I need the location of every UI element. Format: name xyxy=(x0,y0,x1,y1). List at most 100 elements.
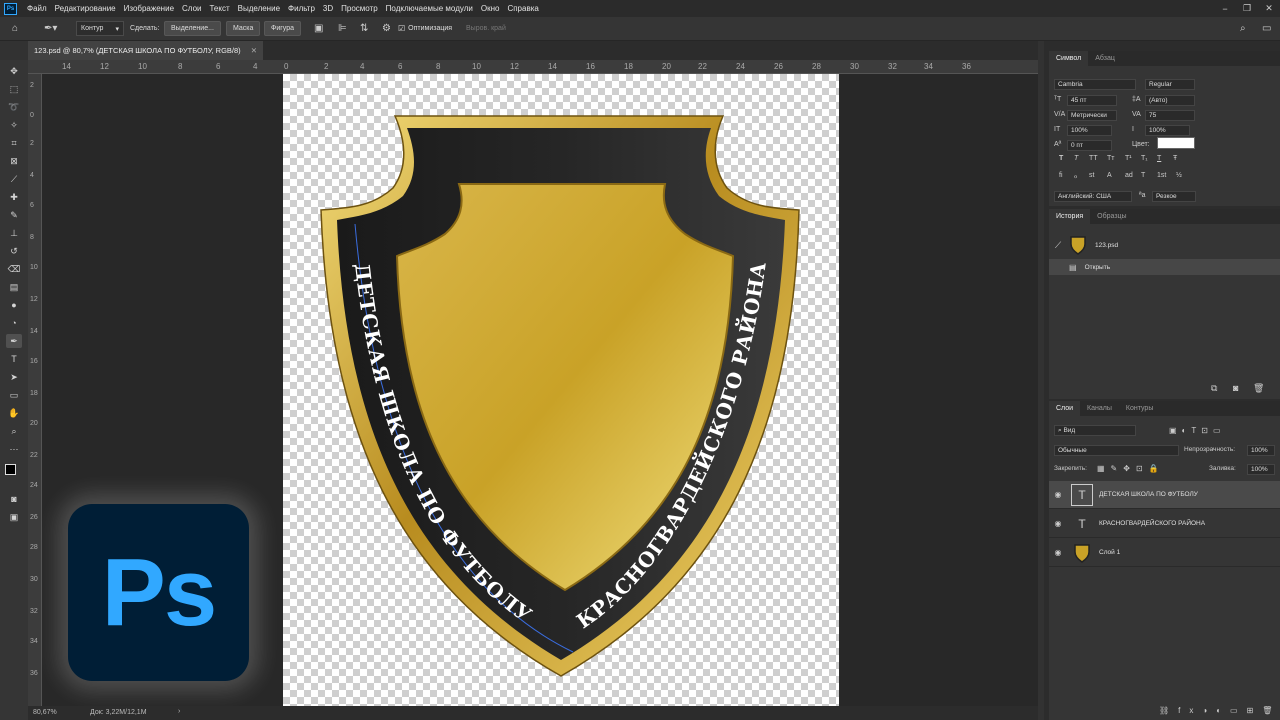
menu-text[interactable]: Текст xyxy=(209,4,229,13)
stylistic-alternates-button[interactable]: A xyxy=(1107,172,1112,179)
layer-row[interactable]: ◉ Слой 1 xyxy=(1049,539,1280,567)
tab-paths[interactable]: Контуры xyxy=(1119,401,1160,416)
layer-filter-select[interactable]: ⌕ Вид xyxy=(1054,425,1136,436)
ordinals-button[interactable]: T xyxy=(1141,172,1145,179)
horizontal-scale-field[interactable]: 100% xyxy=(1145,125,1190,136)
tab-character[interactable]: Символ xyxy=(1049,51,1089,66)
crop-tool-icon[interactable]: ⌗ xyxy=(6,136,22,150)
home-icon[interactable]: ⌂ xyxy=(12,21,18,36)
layer-row[interactable]: ◉ T КРАСНОГВАРДЕЙСКОГО РАЙОНА xyxy=(1049,510,1280,538)
new-document-from-state-icon[interactable]: ⧉ xyxy=(1211,383,1217,394)
more-tools-icon[interactable]: ⋯ xyxy=(6,442,22,456)
path-alignment-icon[interactable]: ⊫ xyxy=(338,21,347,36)
pen-mode-select[interactable]: Контур ▾ xyxy=(76,21,124,36)
menu-select[interactable]: Выделение xyxy=(238,4,280,13)
tab-swatches[interactable]: Образцы xyxy=(1090,209,1133,224)
tracking-field[interactable]: 75 xyxy=(1145,110,1195,121)
close-icon[interactable]: ✕ xyxy=(1258,0,1280,17)
zoom-level[interactable]: 80,67% xyxy=(33,709,57,716)
history-snapshot[interactable]: ⟋ 123.psd xyxy=(1049,231,1280,259)
eyedropper-tool-icon[interactable]: ⟋ xyxy=(6,172,22,186)
tab-paragraph[interactable]: Абзац xyxy=(1088,51,1122,66)
menu-3d[interactable]: 3D xyxy=(323,4,333,13)
pen-tool-icon[interactable]: ✒ xyxy=(6,334,22,348)
kerning-field[interactable]: Метрически xyxy=(1067,110,1117,121)
path-operations-icon[interactable]: ▣ xyxy=(314,21,323,36)
menu-file[interactable]: Файл xyxy=(27,4,47,13)
text-color-swatch[interactable] xyxy=(1157,137,1195,149)
fill-field[interactable]: 100% xyxy=(1247,464,1275,475)
menu-window[interactable]: Окно xyxy=(481,4,500,13)
quick-mask-icon[interactable]: ◙ xyxy=(6,492,22,506)
optimize-checkbox[interactable]: ☑ Оптимизация xyxy=(398,21,452,36)
make-selection-button[interactable]: Выделение... xyxy=(164,21,221,36)
baseline-shift-field[interactable]: 0 пт xyxy=(1067,140,1112,151)
fractions-button[interactable]: ½ xyxy=(1176,172,1182,179)
ligatures-button[interactable]: fi xyxy=(1059,172,1063,179)
foreground-color-swatch[interactable] xyxy=(5,464,16,475)
healing-brush-tool-icon[interactable]: ✚ xyxy=(6,190,22,204)
rectangle-tool-icon[interactable]: ▭ xyxy=(6,388,22,402)
menu-filter[interactable]: Фильтр xyxy=(288,4,315,13)
eye-icon[interactable]: ◉ xyxy=(1049,519,1067,528)
layer-row[interactable]: ◉ T ДЕТСКАЯ ШКОЛА ПО ФУТБОЛУ xyxy=(1049,481,1280,509)
menu-image[interactable]: Изображение xyxy=(124,4,174,13)
document-canvas[interactable]: ДЕТСКАЯ ШКОЛА ПО ФУТБОЛУ КРАСНОГВАРДЕЙСК… xyxy=(283,74,839,706)
blend-mode-select[interactable]: Обычные xyxy=(1054,445,1179,456)
type-tool-icon[interactable]: T xyxy=(6,352,22,366)
menu-view[interactable]: Просмотр xyxy=(341,4,378,13)
search-icon[interactable]: ⌕ xyxy=(1240,21,1246,36)
layer-actions-icons[interactable]: ⛓fx◑◐▭⊞🗑 xyxy=(1159,706,1280,715)
trash-icon[interactable]: 🗑 xyxy=(1253,383,1264,394)
underline-button[interactable]: T xyxy=(1157,155,1161,162)
lock-options-icons[interactable]: ▦✎✥⊡🔒 xyxy=(1097,464,1165,473)
menu-edit[interactable]: Редактирование xyxy=(55,4,116,13)
chevron-right-icon[interactable]: › xyxy=(178,708,180,715)
marquee-tool-icon[interactable]: ⬚ xyxy=(6,82,22,96)
tab-layers[interactable]: Слои xyxy=(1049,401,1081,416)
subscript-button[interactable]: T₁ xyxy=(1141,155,1148,162)
leading-field[interactable]: (Авто) xyxy=(1145,95,1195,106)
lasso-tool-icon[interactable]: ➰ xyxy=(6,100,22,114)
restore-icon[interactable]: ❐ xyxy=(1236,0,1258,17)
superscript-button[interactable]: T¹ xyxy=(1125,155,1132,162)
font-size-field[interactable]: 45 пт xyxy=(1067,95,1117,106)
language-select[interactable]: Английский: США xyxy=(1054,191,1132,202)
make-shape-button[interactable]: Фигура xyxy=(264,21,301,36)
pen-tool-preset-icon[interactable]: ✒▾ xyxy=(44,21,57,36)
camera-icon[interactable]: ◙ xyxy=(1233,383,1238,393)
eraser-tool-icon[interactable]: ⌫ xyxy=(6,262,22,276)
old-style-button[interactable]: ℴ xyxy=(1074,172,1077,180)
gradient-tool-icon[interactable]: ▤ xyxy=(6,280,22,294)
ordinals-st-button[interactable]: 1st xyxy=(1157,172,1166,179)
eye-icon[interactable]: ◉ xyxy=(1049,490,1067,499)
menu-plugins[interactable]: Подключаемые модули xyxy=(386,4,473,13)
faux-italic-button[interactable]: T xyxy=(1074,155,1078,162)
opacity-field[interactable]: 100% xyxy=(1247,445,1275,456)
faux-bold-button[interactable]: T xyxy=(1059,155,1063,162)
strikethrough-button[interactable]: Ŧ xyxy=(1173,155,1177,162)
font-style-select[interactable]: Regular xyxy=(1145,79,1195,90)
font-family-select[interactable]: Cambria xyxy=(1054,79,1136,90)
move-tool-icon[interactable]: ✥ xyxy=(6,64,22,78)
settings-gear-icon[interactable]: ⚙ xyxy=(382,21,391,36)
workspace-icon[interactable]: ▭ xyxy=(1262,21,1271,36)
clone-stamp-tool-icon[interactable]: ⊥ xyxy=(6,226,22,240)
vertical-scale-field[interactable]: 100% xyxy=(1067,125,1112,136)
magic-wand-tool-icon[interactable]: ✧ xyxy=(6,118,22,132)
hand-tool-icon[interactable]: ✋ xyxy=(6,406,22,420)
path-selection-tool-icon[interactable]: ➤ xyxy=(6,370,22,384)
make-mask-button[interactable]: Маска xyxy=(226,21,261,36)
swash-button[interactable]: st xyxy=(1089,172,1094,179)
all-caps-button[interactable]: TT xyxy=(1089,155,1098,162)
blur-tool-icon[interactable]: ● xyxy=(6,298,22,312)
tab-channels[interactable]: Каналы xyxy=(1080,401,1119,416)
anti-alias-select[interactable]: Резкое xyxy=(1152,191,1196,202)
zoom-tool-icon[interactable]: ⌕ xyxy=(6,424,22,438)
history-brush-tool-icon[interactable]: ↺ xyxy=(6,244,22,258)
small-caps-button[interactable]: Tт xyxy=(1107,155,1114,162)
menu-help[interactable]: Справка xyxy=(507,4,538,13)
minimize-icon[interactable]: − xyxy=(1214,0,1236,17)
dodge-tool-icon[interactable]: ◔ xyxy=(6,316,22,330)
titling-alternates-button[interactable]: ad xyxy=(1125,172,1133,179)
